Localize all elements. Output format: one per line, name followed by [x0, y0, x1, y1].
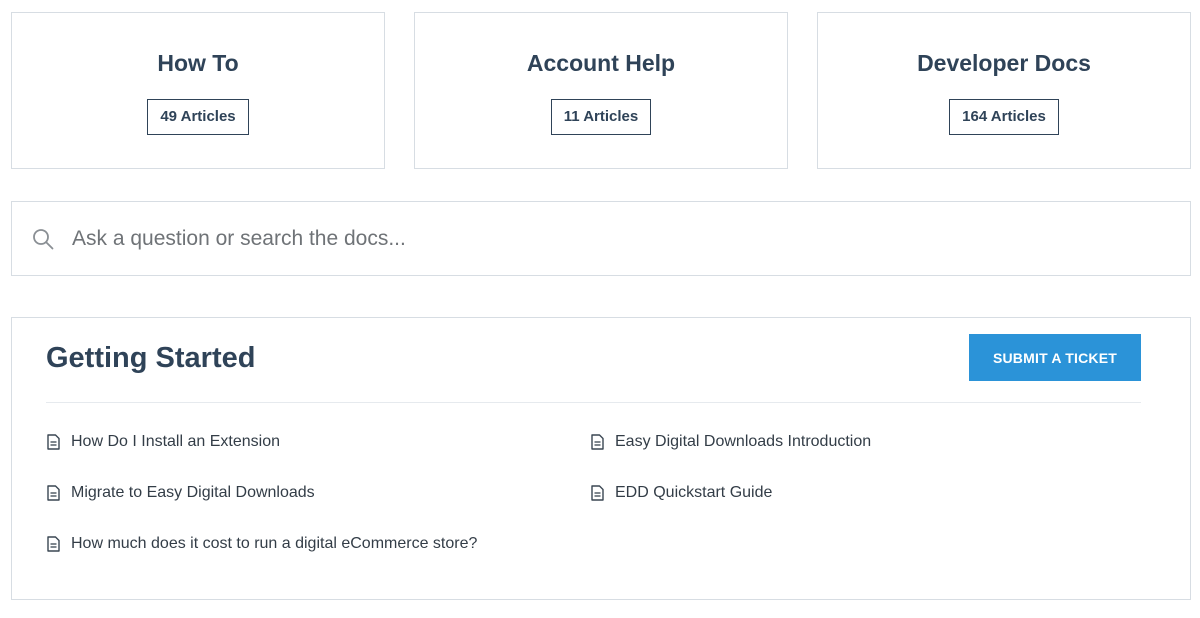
section-divider: [46, 402, 1141, 403]
submit-ticket-button[interactable]: SUBMIT A TICKET: [969, 334, 1141, 381]
article-label[interactable]: Migrate to Easy Digital Downloads: [71, 484, 315, 502]
search-input[interactable]: [72, 219, 1172, 259]
article-count-badge[interactable]: 11 Articles: [550, 99, 652, 135]
getting-started-section: Getting Started SUBMIT A TICKET How Do I…: [11, 317, 1191, 600]
article-label[interactable]: EDD Quickstart Guide: [615, 484, 772, 502]
article-link[interactable]: How Do I Install an Extension: [47, 431, 280, 453]
article-label[interactable]: Easy Digital Downloads Introduction: [615, 433, 871, 451]
article-link[interactable]: How much does it cost to run a digital e…: [47, 533, 477, 555]
category-cards: How To 49 Articles Account Help 11 Artic…: [11, 12, 1191, 169]
document-icon: [591, 485, 604, 501]
search-icon: [33, 229, 54, 250]
document-icon: [47, 485, 60, 501]
category-title[interactable]: How To: [12, 49, 384, 77]
section-title: Getting Started: [46, 342, 256, 374]
article-link[interactable]: Migrate to Easy Digital Downloads: [47, 482, 315, 504]
document-icon: [47, 536, 60, 552]
article-label[interactable]: How much does it cost to run a digital e…: [71, 535, 477, 553]
category-card-account-help[interactable]: Account Help 11 Articles: [414, 12, 788, 169]
article-link[interactable]: EDD Quickstart Guide: [591, 482, 772, 504]
article-count-badge[interactable]: 49 Articles: [147, 99, 249, 135]
article-link[interactable]: Easy Digital Downloads Introduction: [591, 431, 871, 453]
category-card-how-to[interactable]: How To 49 Articles: [11, 12, 385, 169]
category-title[interactable]: Developer Docs: [818, 49, 1190, 77]
category-title[interactable]: Account Help: [415, 49, 787, 77]
search-bar[interactable]: [11, 201, 1191, 276]
article-label[interactable]: How Do I Install an Extension: [71, 433, 280, 451]
article-count-badge[interactable]: 164 Articles: [949, 99, 1059, 135]
category-card-developer-docs[interactable]: Developer Docs 164 Articles: [817, 12, 1191, 169]
document-icon: [591, 434, 604, 450]
document-icon: [47, 434, 60, 450]
